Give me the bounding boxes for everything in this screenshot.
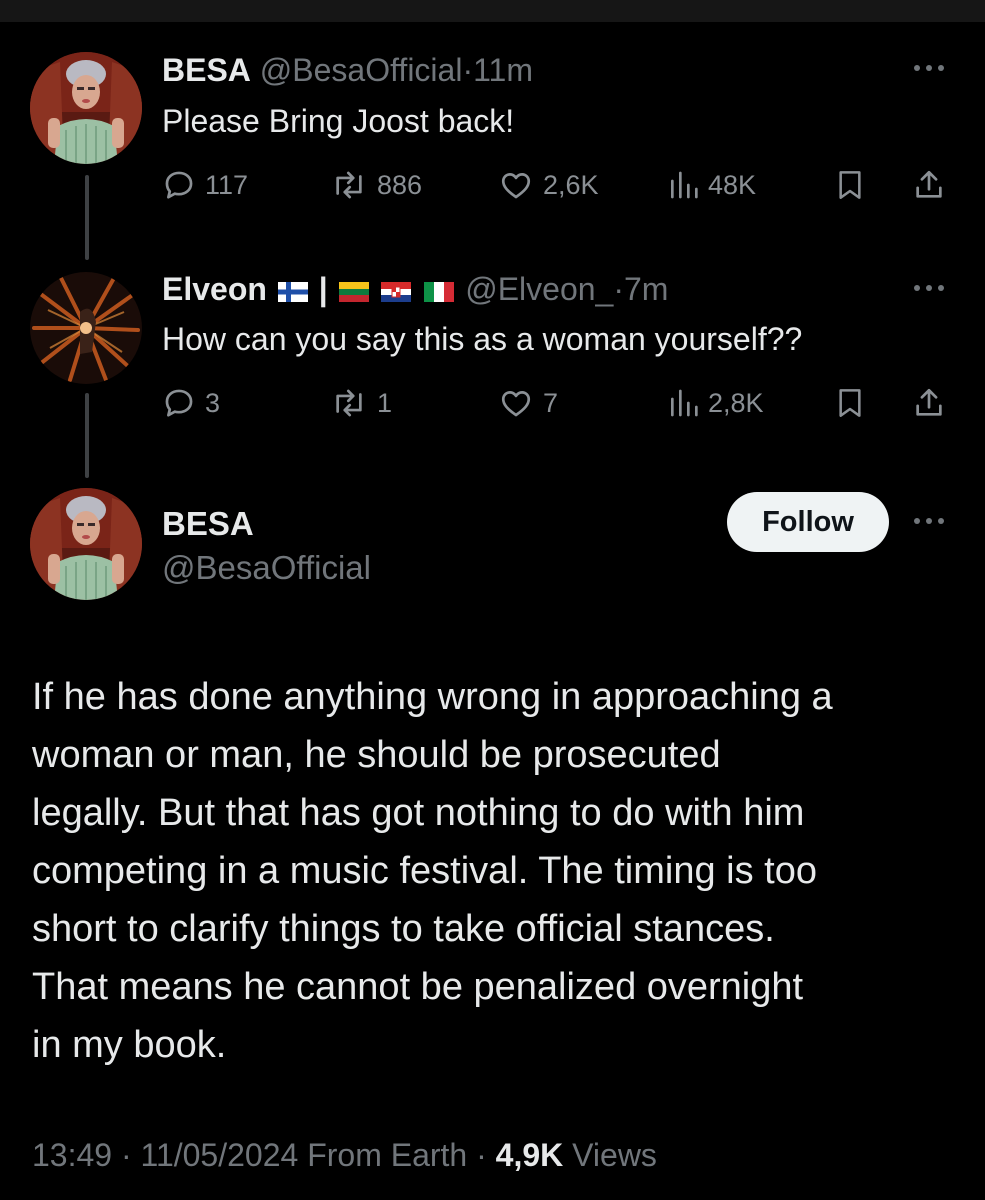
reply-button[interactable]: 117: [162, 165, 248, 205]
tweet-body-line: competing in a music festival. The timin…: [32, 850, 817, 892]
tweet-body-line: woman or man, he should be prosecuted: [32, 734, 721, 776]
tweet-time[interactable]: 11m: [473, 52, 533, 88]
follow-button[interactable]: Follow: [727, 492, 889, 552]
avatar[interactable]: [30, 488, 142, 600]
tweet-text: How can you say this as a woman yourself…: [162, 321, 803, 357]
more-options-icon[interactable]: [914, 282, 950, 294]
like-button[interactable]: 2,6K: [498, 165, 599, 205]
tweet-actions: 3 1 7 2,8K: [162, 383, 952, 423]
post-time[interactable]: 13:49: [32, 1137, 112, 1173]
bookmark-icon: [839, 389, 861, 417]
post-date[interactable]: 11/05/2024: [141, 1137, 299, 1173]
share-button[interactable]: [912, 165, 946, 205]
reply-button[interactable]: 3: [162, 383, 220, 423]
thread-line: [85, 393, 89, 478]
italy-flag-icon: [424, 282, 455, 302]
heart-icon: [501, 173, 531, 199]
tweet-header: Elveon | @Elveon_·7m: [162, 270, 668, 308]
tweet-body-line: in my book.: [32, 1024, 227, 1066]
tweet-header: BESA @BesaOfficial·11m: [162, 51, 533, 89]
author-handle[interactable]: @BesaOfficial: [162, 548, 371, 588]
name-separator: |: [318, 271, 328, 307]
lithuania-flag-icon: [338, 282, 369, 302]
views-count: 2,8K: [708, 387, 764, 418]
tweet-time[interactable]: 7m: [624, 271, 668, 307]
separator-dot: ·: [613, 271, 624, 307]
views-count: 48K: [708, 169, 757, 200]
like-count: 2,6K: [543, 169, 599, 200]
views-button[interactable]: 48K: [667, 165, 756, 205]
views-chart-icon: [671, 389, 698, 417]
tweet-body-line: short to clarify things to take official…: [32, 908, 775, 950]
tweet-actions: 117 886 2,6K 48K: [162, 165, 952, 205]
status-bar: [0, 0, 985, 22]
repost-count: 886: [377, 169, 423, 200]
author-name[interactable]: Elveon: [162, 271, 267, 307]
author-name[interactable]: BESA: [162, 52, 251, 88]
repost-button[interactable]: 886: [330, 165, 422, 205]
reply-icon: [165, 171, 193, 199]
separator-dot: ·: [462, 52, 474, 88]
author-handle[interactable]: @BesaOfficial: [260, 52, 463, 88]
tweet-meta: 13:49 · 11/05/2024 From Earth · 4,9K Vie…: [32, 1135, 657, 1175]
bookmark-icon: [839, 171, 861, 199]
reply-icon: [165, 389, 193, 417]
thread-line: [85, 175, 89, 260]
separator-dot: ·: [476, 1137, 487, 1173]
more-options-icon[interactable]: [914, 62, 950, 74]
reply-count: 3: [205, 387, 221, 418]
reply-count: 117: [205, 169, 249, 200]
bookmark-button[interactable]: [834, 165, 866, 205]
tweet-text: Please Bring Joost back!: [162, 103, 515, 139]
like-button[interactable]: 7: [498, 383, 558, 423]
author-handle[interactable]: @Elveon_: [465, 271, 613, 307]
croatia-flag-icon: [381, 282, 412, 302]
tweet-body: If he has done anything wrong in approac…: [32, 668, 962, 1074]
views-count[interactable]: 4,9K: [496, 1137, 564, 1173]
tweet-body-line: If he has done anything wrong in approac…: [32, 676, 833, 718]
repost-button[interactable]: 1: [330, 383, 392, 423]
views-label: Views: [572, 1137, 657, 1173]
share-button[interactable]: [912, 383, 946, 423]
repost-icon: [336, 389, 362, 417]
more-options-icon[interactable]: [914, 515, 950, 527]
repost-icon: [336, 171, 362, 199]
separator-dot: ·: [120, 1137, 132, 1173]
avatar[interactable]: [30, 272, 142, 384]
share-icon: [916, 388, 942, 416]
bookmark-button[interactable]: [834, 383, 866, 423]
finland-flag-icon: [277, 282, 308, 302]
like-count: 7: [543, 387, 559, 418]
author-name[interactable]: BESA: [162, 504, 254, 544]
heart-icon: [501, 391, 531, 417]
views-chart-icon: [671, 171, 698, 199]
repost-count: 1: [377, 387, 393, 418]
tweet-body-line: That means he cannot be penalized overni…: [32, 966, 804, 1008]
views-button[interactable]: 2,8K: [667, 383, 764, 423]
post-source: From Earth: [307, 1137, 468, 1173]
share-icon: [916, 170, 942, 198]
tweet-body-line: legally. But that has got nothing to do …: [32, 792, 805, 834]
avatar[interactable]: [30, 52, 142, 164]
